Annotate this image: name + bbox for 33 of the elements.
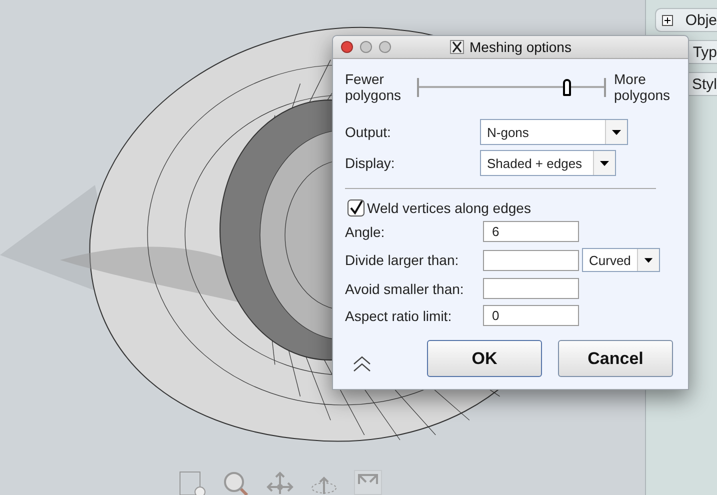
caret-icon <box>637 249 659 271</box>
cancel-button[interactable]: Cancel <box>558 340 673 377</box>
slider-max-label: More polygons <box>614 71 672 103</box>
field-label: Avoid smaller than: <box>345 280 465 296</box>
dropdown[interactable]: Curved <box>582 248 660 272</box>
expand-icon[interactable] <box>662 14 673 26</box>
ok-button[interactable]: OK <box>427 340 542 377</box>
dropdown[interactable]: N-gons <box>480 119 628 145</box>
zoom-button[interactable] <box>379 41 391 53</box>
input-field[interactable] <box>483 278 579 299</box>
field-label: Divide larger than: <box>345 252 460 268</box>
input-field[interactable] <box>483 250 579 270</box>
field-label: Aspect ratio limit: <box>345 308 453 324</box>
input-field[interactable]: 6 <box>483 221 579 242</box>
slider-thumb[interactable] <box>563 78 571 96</box>
field-label: Angle: <box>345 224 386 240</box>
move-icon[interactable] <box>266 470 294 495</box>
checkbox[interactable] <box>347 199 365 217</box>
caret-icon <box>593 151 615 175</box>
dropdown[interactable]: Shaded + edges <box>480 150 616 176</box>
input-field[interactable]: 0 <box>483 305 579 326</box>
minimize-button[interactable] <box>360 41 372 53</box>
zoom-icon[interactable] <box>222 470 250 495</box>
window-title: Meshing options <box>470 39 572 55</box>
panel-tab[interactable]: Obje <box>655 8 717 32</box>
caret-icon <box>605 120 627 144</box>
slider-min-label: Fewer polygons <box>345 71 402 103</box>
close-button[interactable] <box>341 41 353 53</box>
app-icon <box>450 40 464 54</box>
checkbox-label: Weld vertices along edges <box>367 200 531 216</box>
select-icon[interactable] <box>178 470 206 495</box>
field-label: Display: <box>345 155 396 171</box>
field-label: Output: <box>345 124 392 140</box>
